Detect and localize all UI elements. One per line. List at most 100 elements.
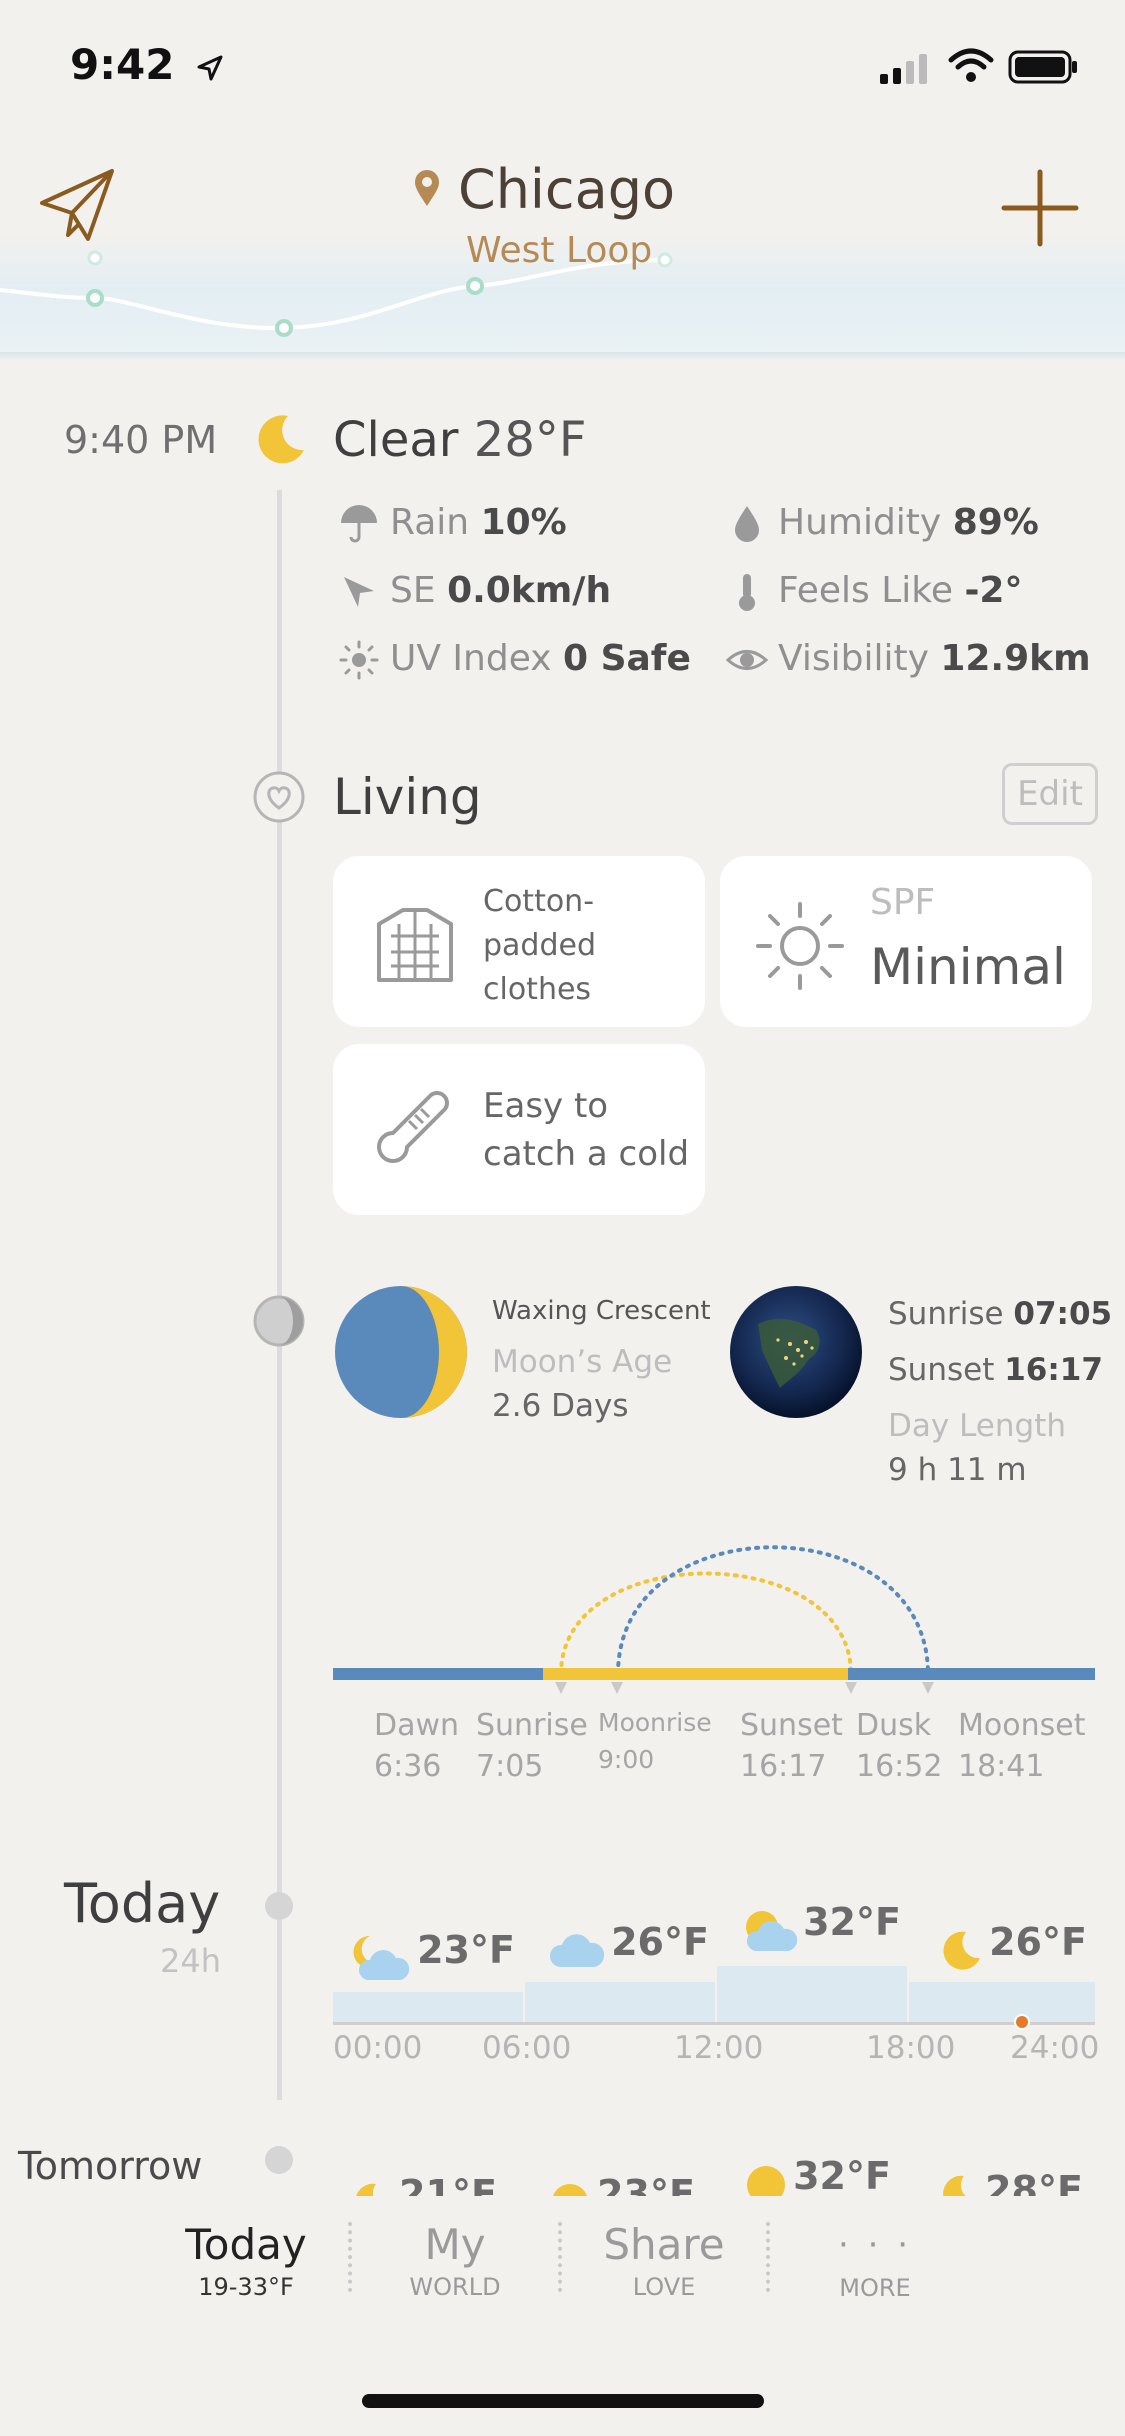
uv-row: UV Index 0 Safe <box>338 638 691 681</box>
tomorrow-label[interactable]: Tomorrow <box>18 2144 202 2188</box>
more-dots-icon: · · · <box>837 2225 913 2265</box>
astro-event-dusk: Dusk 16:52 <box>856 1708 943 1784</box>
living-edit-button[interactable]: Edit <box>1002 763 1098 825</box>
rain-row: Rain 10% <box>338 502 567 545</box>
battery-icon <box>1008 50 1080 88</box>
moon-icon <box>250 410 310 474</box>
eye-icon <box>725 650 769 670</box>
today-temp-1: 26°F <box>611 1920 709 1964</box>
wifi-icon <box>948 48 994 88</box>
home-indicator <box>362 2394 764 2408</box>
spf-label: SPF <box>870 882 936 923</box>
today-time-2: 12:00 <box>674 2030 764 2066</box>
partly-cloudy-day-icon <box>746 1910 798 1951</box>
wind-row: SE 0.0km/h <box>338 570 611 613</box>
tab-my-world[interactable]: My WORLD <box>390 2220 520 2301</box>
humidity-drop-icon <box>735 506 759 542</box>
sunset-row: Sunset 16:17 <box>888 1352 1103 1388</box>
astro-event-moonrise: Moonrise 9:00 <box>598 1708 712 1774</box>
tomorrow-slot-0: 21°F <box>350 2156 497 2198</box>
uv-sun-icon <box>339 640 379 680</box>
sunrise-time: 07:05 <box>1013 1296 1113 1332</box>
today-slot-0: 23°F <box>350 1928 515 1984</box>
feels-like-row: Feels Like -2° <box>726 570 1022 613</box>
district-subtitle: West Loop <box>466 230 653 271</box>
today-sublabel: 24h <box>160 1942 221 1980</box>
clothing-card[interactable]: Cotton- padded clothes <box>333 856 705 1027</box>
sunset-time: 16:17 <box>1004 1352 1103 1388</box>
tomorrow-node <box>265 2146 293 2174</box>
today-slot-3: 26°F <box>938 1920 1087 1974</box>
tab-share-love[interactable]: Share LOVE <box>594 2220 734 2301</box>
current-summary: Clear 28°F <box>333 412 586 468</box>
moon-phase-name: Waxing Crescent <box>492 1296 711 1326</box>
moon-small-icon <box>943 1931 980 1970</box>
location-arrow-icon <box>197 55 223 80</box>
signal-icon <box>878 52 934 90</box>
visibility-value: 12.9km <box>940 638 1091 679</box>
earth-image <box>728 1284 864 1424</box>
padded-jacket-icon <box>377 908 453 982</box>
moon-phase-image <box>333 1284 469 1424</box>
tab-today[interactable]: Today 19-33°F <box>178 2220 314 2301</box>
heart-circle-icon <box>252 770 306 828</box>
tomorrow-temp-2: 32°F <box>793 2154 891 2198</box>
thermometer-icon <box>739 574 755 611</box>
current-time: 9:40 PM <box>64 418 218 462</box>
add-city-button[interactable] <box>1000 168 1080 252</box>
tomorrow-temp-0: 21°F <box>399 2172 497 2198</box>
sun-icon <box>756 902 844 990</box>
astro-event-dawn: Dawn 6:36 <box>374 1708 460 1784</box>
living-title: Living <box>333 768 482 826</box>
today-time-4: 24:00 <box>1010 2030 1100 2066</box>
tab-separator <box>558 2222 566 2292</box>
cold-risk-text: Easy to catch a cold <box>483 1086 690 1174</box>
humidity-value: 89% <box>952 502 1039 543</box>
location-pin-icon <box>412 168 442 212</box>
plus-icon <box>1001 169 1079 247</box>
spf-value: Minimal <box>870 938 1066 996</box>
day-length-value: 9 h 11 m <box>888 1452 1027 1488</box>
moon-age-value: 2.6 Days <box>492 1388 629 1424</box>
umbrella-icon <box>341 505 377 543</box>
cloud-icon <box>549 1933 605 1967</box>
uv-value: 0 Safe <box>562 638 691 679</box>
today-temp-0: 23°F <box>417 1928 515 1972</box>
astro-event-sunrise: Sunrise 7:05 <box>476 1708 588 1784</box>
clothing-text: Cotton- padded clothes <box>483 884 597 1007</box>
header-divider <box>0 352 1125 360</box>
today-time-3: 18:00 <box>866 2030 956 2066</box>
tab-separator <box>766 2222 774 2292</box>
tomorrow-slot-1: 23°F <box>548 2156 695 2198</box>
city-title[interactable]: Chicago <box>458 158 675 221</box>
astro-event-moonset: Moonset 18:41 <box>958 1708 1086 1784</box>
paper-plane-icon <box>40 169 114 241</box>
sunrise-row: Sunrise 07:05 <box>888 1296 1113 1332</box>
day-length-label: Day Length <box>888 1408 1066 1444</box>
today-time-1: 06:00 <box>482 2030 572 2066</box>
today-time-0: 00:00 <box>333 2030 423 2066</box>
tab-separator <box>348 2222 356 2292</box>
spf-card[interactable]: SPF Minimal <box>720 856 1092 1027</box>
humidity-row: Humidity 89% <box>726 502 1039 545</box>
today-slot-2: 32°F <box>740 1900 901 1955</box>
moon-age-label: Moon’s Age <box>492 1344 673 1380</box>
today-temp-3: 26°F <box>989 1920 1087 1964</box>
today-slot-1: 26°F <box>548 1920 709 1971</box>
moon-phase-node-icon <box>252 1294 306 1352</box>
wind-value: 0.0km/h <box>447 570 612 611</box>
current-condition: Clear <box>333 412 459 468</box>
astro-event-sunset: Sunset 16:17 <box>740 1708 843 1784</box>
tab-more[interactable]: · · · MORE <box>810 2220 940 2302</box>
today-temp-2: 32°F <box>803 1900 901 1944</box>
wind-direction-icon <box>344 577 374 607</box>
status-time: 9:42 <box>70 40 225 89</box>
share-plane-button[interactable] <box>38 165 118 249</box>
today-node <box>265 1892 293 1920</box>
current-temp: 28°F <box>473 412 587 468</box>
thermometer-outline-icon <box>377 1091 449 1163</box>
today-label[interactable]: Today <box>64 1872 220 1935</box>
cold-risk-card[interactable]: Easy to catch a cold <box>333 1044 705 1215</box>
rain-value: 10% <box>480 502 567 543</box>
visibility-row: Visibility 12.9km <box>725 638 1091 681</box>
